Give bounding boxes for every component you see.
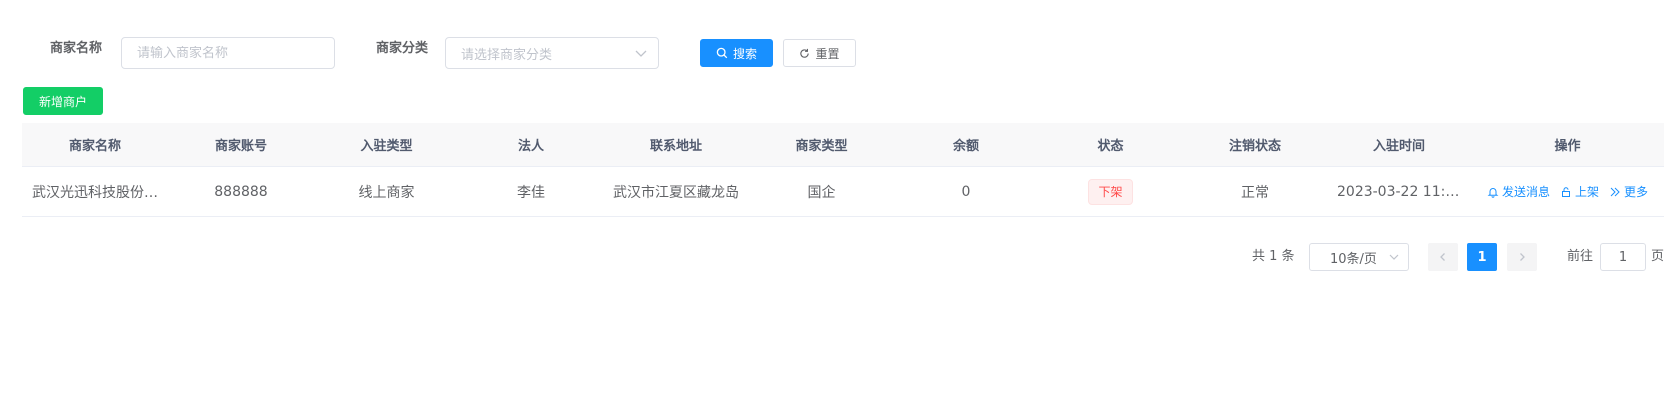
chevron-right-icon [1520,253,1525,261]
cell-actions: 发送消息 上架 更多 [1471,183,1664,200]
lock-icon [1561,186,1570,197]
column-header-entry-time: 入驻时间 [1372,139,1425,154]
merchant-category-select[interactable]: 请选择商家分类 [445,37,659,69]
column-header-merchant-type: 商家类型 [795,139,848,154]
cell-status: 下架 [1038,178,1183,205]
table-header: 商家名称 商家账号 入驻类型 法人 联系地址 商家类型 余额 状态 注销状态 入… [22,123,1664,167]
merchant-name-input-wrapper[interactable] [121,37,335,69]
column-header-balance: 余额 [952,139,979,154]
refresh-icon [800,48,810,58]
column-header-status: 状态 [1097,139,1124,154]
shelve-label: 上架 [1574,185,1599,199]
double-chevron-right-icon [1610,187,1620,196]
chevron-down-icon [1389,254,1399,260]
column-header-address: 联系地址 [649,139,702,154]
bell-icon [1487,187,1499,198]
table-row: 武汉光迅科技股份有限公司 888888 线上商家 李佳 武汉市江夏区藏龙岛 国企… [22,167,1664,217]
reset-button[interactable]: 重置 [783,39,856,67]
cell-entry-time: 2023-03-22 11:30:00 [1337,183,1471,200]
next-page-button[interactable] [1507,243,1537,271]
pagination-total: 共 1 条 [1252,249,1295,264]
send-message-label: 发送消息 [1501,185,1550,199]
page-number-button[interactable]: 1 [1467,243,1497,271]
goto-page-input[interactable]: 1 [1600,243,1646,271]
merchant-table: 商家名称 商家账号 入驻类型 法人 联系地址 商家类型 余额 状态 注销状态 入… [22,123,1664,217]
send-message-link[interactable]: 发送消息 [1487,183,1550,200]
merchant-name-input[interactable] [137,45,334,61]
column-header-legal-person: 法人 [517,139,544,154]
cell-cancel-status: 正常 [1241,184,1269,201]
status-badge: 下架 [1088,178,1133,205]
column-header-entry-type: 入驻类型 [360,139,413,154]
goto-prefix: 前往 [1567,249,1594,264]
search-button-label: 搜索 [732,46,757,61]
cell-merchant-name: 武汉光迅科技股份有限公司 [32,184,168,201]
page-size-select[interactable]: 10条/页 [1309,243,1409,271]
chevron-left-icon [1440,253,1445,261]
merchant-name-label: 商家名称 [50,41,103,56]
cell-legal-person: 李佳 [517,184,545,201]
more-label: 更多 [1624,185,1649,199]
cell-merchant-type: 国企 [807,184,836,201]
cell-entry-type: 线上商家 [358,184,415,201]
goto-suffix: 页 [1651,249,1665,264]
more-link[interactable]: 更多 [1609,183,1648,200]
column-header-account: 商家账号 [214,139,267,154]
column-header-name: 商家名称 [68,139,121,154]
merchant-category-placeholder: 请选择商家分类 [461,47,553,63]
cell-account: 888888 [214,183,268,200]
page-size-value: 10条/页 [1330,251,1377,267]
prev-page-button[interactable] [1428,243,1458,271]
chevron-down-icon [635,50,647,57]
column-header-cancel-status: 注销状态 [1228,139,1281,154]
cell-address: 武汉市江夏区藏龙岛 [613,184,739,201]
add-merchant-button[interactable]: 新增商户 [23,87,103,115]
search-icon [716,47,728,59]
merchant-category-label: 商家分类 [376,41,429,56]
column-header-actions: 操作 [1554,139,1581,154]
search-button[interactable]: 搜索 [700,39,773,67]
add-merchant-button-label: 新增商户 [38,94,87,109]
reset-button-label: 重置 [815,46,840,61]
cell-balance: 0 [961,183,971,200]
shelve-link[interactable]: 上架 [1560,183,1599,200]
